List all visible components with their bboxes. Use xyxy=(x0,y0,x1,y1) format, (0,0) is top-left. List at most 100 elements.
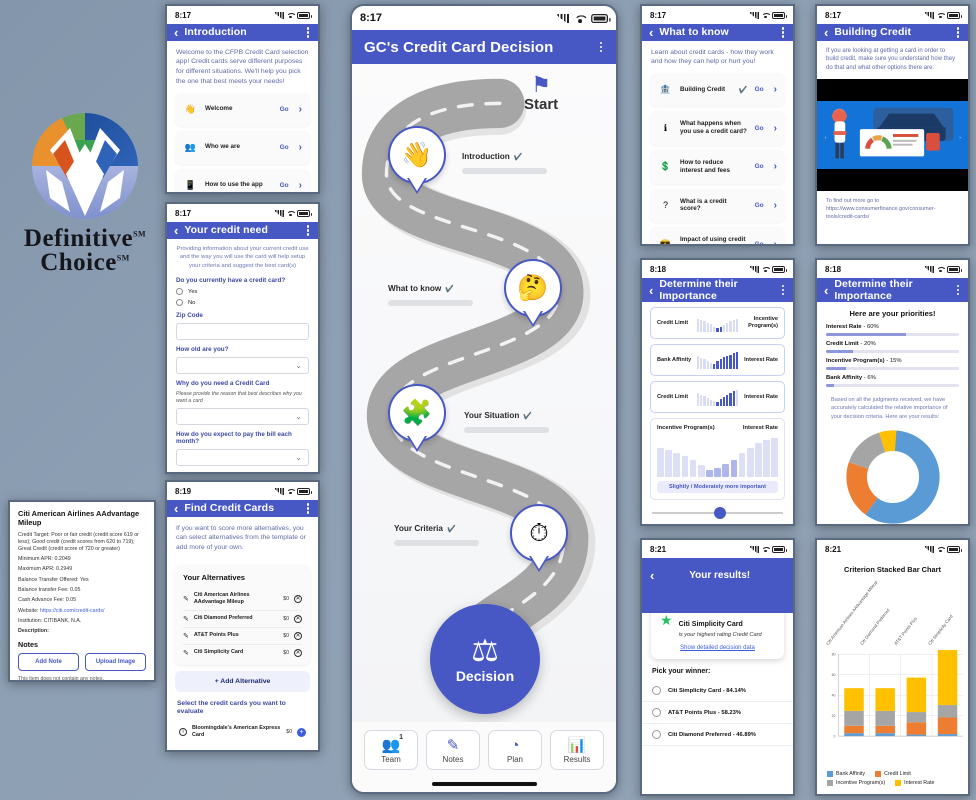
chevron-right-icon[interactable]: › xyxy=(299,142,302,153)
go-label[interactable]: Go xyxy=(280,106,289,113)
phone-building-credit: 8:17 ‹ Building Credit If you are lookin… xyxy=(815,4,970,246)
radio-icon[interactable] xyxy=(652,686,661,695)
slider-handle[interactable] xyxy=(713,507,726,519)
phone-priorities: 8:18 ‹ Determine their Importance Here a… xyxy=(815,258,970,526)
edit-icon[interactable]: ✎ xyxy=(183,632,189,640)
info-icon[interactable]: i xyxy=(179,728,187,737)
zip-code-input[interactable] xyxy=(176,323,309,341)
tab-team[interactable]: 1 👥 Team xyxy=(364,730,418,770)
back-icon[interactable]: ‹ xyxy=(174,224,178,237)
pick-option[interactable]: Citi Diamond Preferred - 46.89% xyxy=(642,724,793,746)
edit-icon[interactable]: ✎ xyxy=(183,615,189,623)
tab-results[interactable]: 📊 Results xyxy=(550,730,604,770)
building-credit-footer[interactable]: To find out more go to https://www.consu… xyxy=(817,191,968,229)
overflow-menu-icon[interactable] xyxy=(305,222,312,239)
website-link[interactable]: https://citi.com/credit-cards/ xyxy=(40,608,104,614)
pick-option[interactable]: Citi Simplicity Card - 84.14% xyxy=(642,680,793,702)
video-player[interactable]: ‹ › xyxy=(817,78,968,191)
edit-icon[interactable]: ✎ xyxy=(183,595,189,603)
edit-icon[interactable]: ✎ xyxy=(183,649,189,657)
template-card-row[interactable]: i Bloomingdale's American Express Card $… xyxy=(179,721,306,743)
radio-icon[interactable] xyxy=(652,708,661,717)
importance-slider[interactable] xyxy=(652,506,783,520)
legend-item: Bank Affinity xyxy=(827,771,865,777)
legend-label: Bank Affinity xyxy=(836,771,866,777)
overflow-menu-icon[interactable] xyxy=(305,500,312,517)
alternatives-card: Your Alternatives ✎ Citi American Airlin… xyxy=(175,565,310,665)
go-label[interactable]: Go xyxy=(755,163,764,170)
overflow-menu-icon[interactable] xyxy=(598,39,605,56)
priority-pct: 15% xyxy=(889,358,902,364)
alternative-row[interactable]: ✎ Citi Diamond Preferred $0 ✕ xyxy=(183,611,302,628)
radio-icon[interactable] xyxy=(652,730,661,739)
tab-plan[interactable]: ◔ Plan xyxy=(488,730,542,770)
go-label[interactable]: Go xyxy=(755,125,764,132)
go-label[interactable]: Go xyxy=(755,86,764,93)
status-time: 8:18 xyxy=(825,264,842,274)
priority-row: Interest Rate - 60% xyxy=(817,324,968,341)
back-icon[interactable]: ‹ xyxy=(649,284,653,297)
back-icon[interactable]: ‹ xyxy=(824,26,828,39)
alternative-row[interactable]: ✎ Citi American Airlines AAdvantage Mile… xyxy=(183,588,302,611)
chevron-right-icon[interactable]: › xyxy=(774,123,777,134)
add-alternative-button[interactable]: + Add Alternative xyxy=(175,670,310,692)
overflow-menu-icon[interactable] xyxy=(955,282,962,299)
journey-pin-your-criteria[interactable]: ⏱ xyxy=(510,504,568,574)
list-item[interactable]: 💲 How to reduce interest and fees Go › xyxy=(650,149,785,184)
alternative-row[interactable]: ✎ AT&T Points Plus $0 ✕ xyxy=(183,628,302,645)
comparison-row[interactable]: Credit Limit Interest Rate xyxy=(650,381,785,413)
comparison-row[interactable]: Bank Affinity Interest Rate xyxy=(650,344,785,376)
radio-yes[interactable]: Yes xyxy=(176,288,309,296)
list-item[interactable]: 🏦 Building Credit ✔️ Go › xyxy=(650,73,785,107)
remove-icon[interactable]: ✕ xyxy=(294,614,302,623)
chevron-right-icon[interactable]: › xyxy=(299,180,302,191)
add-note-button[interactable]: Add Note xyxy=(18,652,79,671)
list-item[interactable]: 👥 Who we are Go › xyxy=(175,130,310,164)
pick-option[interactable]: AT&T Points Plus - 58.23% xyxy=(642,702,793,724)
go-label[interactable]: Go xyxy=(280,144,289,151)
back-icon[interactable]: ‹ xyxy=(824,284,828,297)
tab-notes[interactable]: ✎ Notes xyxy=(426,730,480,770)
add-icon[interactable]: + xyxy=(297,727,306,737)
overflow-menu-icon[interactable] xyxy=(780,24,787,41)
decision-button[interactable]: ⚖ Decision xyxy=(430,604,540,714)
list-item[interactable]: 👋 Welcome Go › xyxy=(175,92,310,126)
journey-pin-your-situation[interactable]: 🧩 xyxy=(388,384,446,454)
list-item[interactable]: ? What is a credit score? Go › xyxy=(650,188,785,223)
journey-pin-what-to-know[interactable]: 🤔 xyxy=(504,259,562,329)
back-icon[interactable]: ‹ xyxy=(649,26,653,39)
list-item[interactable]: ℹ What happens when you use a credit car… xyxy=(650,111,785,145)
alternative-price: $0 xyxy=(283,595,289,602)
journey-pin-introduction[interactable]: 👋 xyxy=(388,126,446,196)
remove-icon[interactable]: ✕ xyxy=(294,594,302,603)
list-item[interactable]: 😎 Impact of using credit wisely Go › xyxy=(650,227,785,244)
overflow-menu-icon[interactable] xyxy=(955,24,962,41)
journey-label-your-criteria: Your Criteria ✔️ xyxy=(394,524,456,533)
donut-svg xyxy=(845,430,940,524)
comparison-row[interactable]: Credit Limit Incentive Program(s) xyxy=(650,307,785,339)
chevron-right-icon[interactable]: › xyxy=(299,104,302,115)
upload-image-button[interactable]: Upload Image xyxy=(85,652,146,671)
remove-icon[interactable]: ✕ xyxy=(294,648,302,657)
go-label[interactable]: Go xyxy=(755,202,764,209)
why-select[interactable]: ⌄ xyxy=(176,407,309,425)
chevron-right-icon[interactable]: › xyxy=(774,161,777,172)
back-icon[interactable]: ‹ xyxy=(174,502,178,515)
age-select[interactable]: ⌄ xyxy=(176,357,309,375)
phone-criterion-chart: 8:21 Criterion Stacked Bar Chart Citi Am… xyxy=(815,538,970,796)
go-label[interactable]: Go xyxy=(280,182,289,189)
back-icon[interactable]: ‹ xyxy=(174,26,178,39)
overflow-menu-icon[interactable] xyxy=(305,24,312,41)
overflow-menu-icon[interactable] xyxy=(780,282,787,299)
chevron-right-icon[interactable]: › xyxy=(774,200,777,211)
chevron-right-icon[interactable]: › xyxy=(774,239,777,244)
alternative-row[interactable]: ✎ Citi Simplicity Card $0 ✕ xyxy=(183,645,302,661)
radio-no[interactable]: No xyxy=(176,299,309,307)
list-item[interactable]: 📱 How to use the app Go › xyxy=(175,168,310,192)
chevron-right-icon[interactable]: › xyxy=(774,84,777,95)
go-label[interactable]: Go xyxy=(755,241,764,244)
remove-icon[interactable]: ✕ xyxy=(294,631,302,640)
pay-select[interactable]: ⌄ xyxy=(176,448,309,466)
show-detailed-data-link[interactable]: Show detailed decision data xyxy=(660,645,775,651)
bottom-tab-bar: 1 👥 Team ✎ Notes ◔ Plan 📊 Results xyxy=(352,722,616,776)
